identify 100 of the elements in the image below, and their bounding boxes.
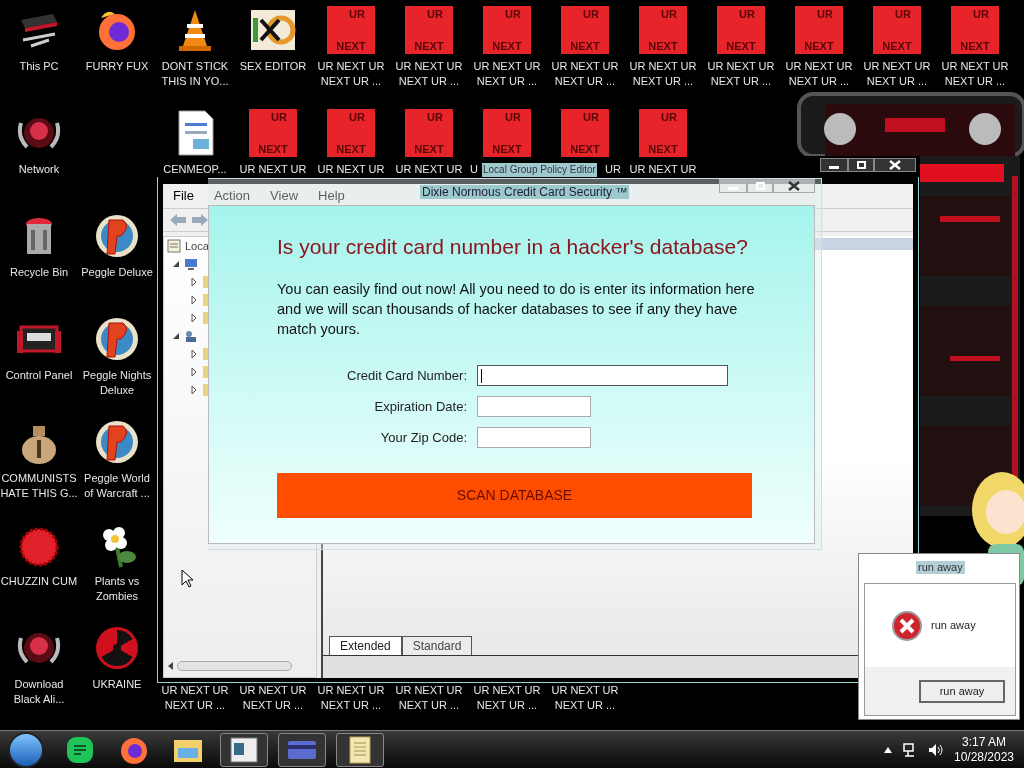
icon-label[interactable]: UR NEXT UR NEXT UR ... <box>312 59 390 89</box>
tile-icon: UR NEXT <box>483 6 531 54</box>
tile-icon: UR NEXT <box>639 6 687 54</box>
start-button[interactable] <box>8 731 44 768</box>
icon-label[interactable]: UR <box>605 162 621 177</box>
icon-label[interactable]: UKRAINE <box>78 677 156 692</box>
icon-label[interactable]: UR NEXT UR NEXT UR ... <box>780 59 858 89</box>
close-icon <box>889 160 901 170</box>
collapsed-arrow-icon[interactable] <box>190 368 198 376</box>
icon-label[interactable]: UR NEXT UR NEXT UR ... <box>936 59 1014 89</box>
taskbar-app[interactable] <box>220 732 268 767</box>
icon-label[interactable]: COMMUNISTS HATE THIS G... <box>0 471 78 501</box>
heading: Is your credit card number in a hacker's database? <box>277 234 749 260</box>
tile-icon: UR NEXT <box>873 6 921 54</box>
window-title: Dixie Normous Credit Card Security ™ <box>420 185 630 199</box>
close-button[interactable] <box>874 158 916 172</box>
taskbar-app[interactable] <box>336 732 384 767</box>
tile-icon: UR NEXT <box>483 109 531 157</box>
scroll-left-icon[interactable] <box>168 662 173 670</box>
icon-label[interactable]: Peggle Nights Deluxe <box>78 368 156 398</box>
view-tab[interactable]: Standard <box>401 636 473 655</box>
icon-label[interactable]: UR NEXT UR NEXT UR ... <box>468 683 546 713</box>
icon-label[interactable]: UR NEXT UR <box>624 162 702 177</box>
icon-label[interactable]: UR NEXT UR NEXT UR ... <box>156 683 234 713</box>
icon-label[interactable]: Recycle Bin <box>0 265 78 280</box>
clock[interactable]: 3:17 AM 10/28/2023 <box>952 734 1016 765</box>
icon-label[interactable]: Download Black Ali... <box>0 677 78 707</box>
computer-icon <box>184 257 198 271</box>
icon-label[interactable]: UR NEXT UR NEXT UR ... <box>390 59 468 89</box>
tree-item[interactable]: Loca <box>185 237 209 255</box>
field-label: Credit Card Number: <box>346 366 467 385</box>
collapsed-arrow-icon[interactable] <box>190 386 198 394</box>
icon-label[interactable]: UR NEXT UR NEXT UR ... <box>702 59 780 89</box>
icon-label[interactable]: UR NEXT UR NEXT UR ... <box>234 683 312 713</box>
icon-label[interactable]: Plants vs Zombies <box>78 574 156 604</box>
scan-button[interactable]: SCAN DATABASE <box>277 473 752 518</box>
show-hidden-icons-button[interactable] <box>884 746 892 753</box>
icon-label[interactable]: UR NEXT UR NEXT UR ... <box>312 683 390 713</box>
tile-icon: UR NEXT <box>405 6 453 54</box>
dialog-title: run away <box>916 561 965 574</box>
icon-label[interactable]: UR NEXT UR <box>390 162 468 177</box>
icon-label[interactable]: UR NEXT UR NEXT UR ... <box>546 683 624 713</box>
icon-label[interactable]: UR NEXT UR NEXT UR ... <box>858 59 936 89</box>
maximize-button[interactable] <box>848 158 874 172</box>
dialog-message: run away <box>931 618 976 634</box>
icon-label[interactable]: UR NEXT UR NEXT UR ... <box>390 683 468 713</box>
tile-icon: UR NEXT <box>327 109 375 157</box>
menu-item[interactable]: View <box>270 186 299 206</box>
ball-icon <box>93 315 141 363</box>
collapsed-arrow-icon[interactable] <box>190 314 198 322</box>
icon-label[interactable]: SEX EDITOR <box>234 59 312 74</box>
ball-icon <box>93 212 141 260</box>
icon-label[interactable]: UR NEXT UR NEXT UR ... <box>546 59 624 89</box>
description: You can easily find out now! All you need to do is enter its information here and we will scan thousands of hacker databases to see if any they have match yours. <box>277 280 756 339</box>
tile-icon: UR NEXT <box>249 109 297 157</box>
icon-label[interactable]: UR NEXT UR NEXT UR ... <box>624 59 702 89</box>
menu-item[interactable]: File <box>173 186 194 206</box>
text-field[interactable] <box>477 427 591 448</box>
error-icon <box>891 609 923 642</box>
icon-label[interactable]: Peggle World of Warcraft ... <box>78 471 156 501</box>
run-away-button[interactable]: run away <box>919 679 1005 703</box>
expanded-arrow-icon[interactable] <box>172 260 180 268</box>
icon-label[interactable]: Control Panel <box>0 368 78 383</box>
document-icon <box>167 239 181 253</box>
menu-item[interactable]: Help <box>318 186 345 206</box>
tile-icon: UR NEXT <box>795 6 843 54</box>
collapsed-arrow-icon[interactable] <box>190 278 198 286</box>
tile-icon: UR NEXT <box>561 109 609 157</box>
minimize-button[interactable] <box>820 158 848 172</box>
mouse-cursor-icon <box>181 569 194 588</box>
icon-label[interactable]: Peggle Deluxe <box>78 265 156 280</box>
icon-label[interactable]: CENMEOP... <box>156 162 234 177</box>
expanded-arrow-icon[interactable] <box>172 332 180 340</box>
view-tab[interactable]: Extended <box>329 636 402 655</box>
window-title-tooltip: Local Group Policy Editor <box>482 163 597 177</box>
tile-icon: UR NEXT <box>951 6 999 54</box>
collapsed-arrow-icon[interactable] <box>190 296 198 304</box>
tile-icon: UR NEXT <box>405 109 453 157</box>
tile-icon: UR NEXT <box>561 6 609 54</box>
icon-label[interactable]: UR NEXT UR <box>312 162 390 177</box>
tile-icon: UR NEXT <box>639 109 687 157</box>
icon-label[interactable]: This PC <box>0 59 78 74</box>
field-label: Expiration Date: <box>373 397 467 416</box>
collapsed-arrow-icon[interactable] <box>190 350 198 358</box>
icon-label[interactable]: DONT STICK THIS IN YO... <box>156 59 234 89</box>
icon-label[interactable]: U <box>470 162 478 177</box>
close-button[interactable] <box>773 179 815 193</box>
ball-icon <box>93 418 141 466</box>
menu-item[interactable]: Action <box>213 186 251 206</box>
text-field[interactable] <box>477 396 591 417</box>
field-label: Your Zip Code: <box>379 428 467 447</box>
text-field[interactable] <box>477 365 728 386</box>
icon-label[interactable]: FURRY FUX <box>78 59 156 74</box>
radiation-icon <box>93 624 141 672</box>
icon-label[interactable]: UR NEXT UR NEXT UR ... <box>468 59 546 89</box>
icon-label[interactable]: Network <box>0 162 78 177</box>
icon-label[interactable]: CHUZZIN CUM <box>0 574 78 589</box>
icon-label[interactable]: UR NEXT UR <box>234 162 312 177</box>
tile-icon: UR NEXT <box>327 6 375 54</box>
close-icon <box>788 181 800 191</box>
